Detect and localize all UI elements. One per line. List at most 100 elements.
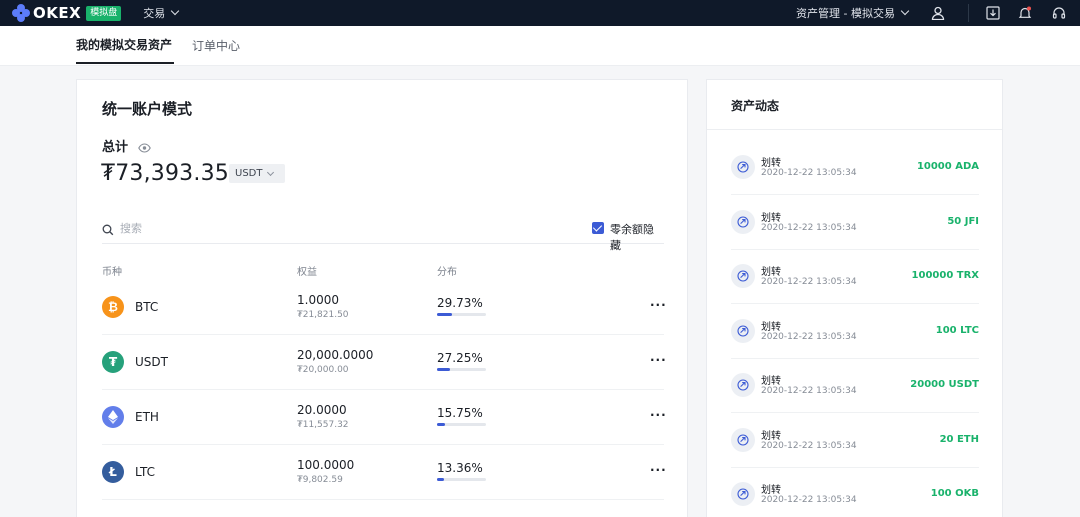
activity-time: 2020-12-22 13:05:34	[761, 222, 857, 233]
distribution-bar-fill	[437, 313, 452, 316]
tab-order-center[interactable]: 订单中心	[192, 26, 240, 64]
column-header-coin: 币种	[102, 267, 122, 278]
search-icon	[102, 221, 114, 240]
ethereum-icon	[102, 406, 124, 428]
transfer-icon	[731, 373, 755, 397]
coin-percent: 29.73%	[437, 296, 483, 310]
trade-menu[interactable]: 交易	[143, 5, 180, 21]
currency-select[interactable]: USDT	[229, 164, 285, 183]
coin-amount: 100.0000	[297, 458, 355, 472]
coin-value: ₮9,802.59	[297, 475, 343, 485]
top-navigation-bar: OKEX 模拟盘 交易 资产管理 - 模拟交易	[0, 0, 1080, 26]
divider	[707, 129, 1002, 130]
coin-value: ₮11,557.32	[297, 420, 349, 430]
search-row: 零余额隐藏	[102, 216, 664, 252]
coin-percent: 15.75%	[437, 406, 483, 420]
unified-account-card: 统一账户模式 总计 ₮73,393.35 USDT 零余额隐藏 币种 权益 分布…	[76, 79, 688, 517]
activity-time: 2020-12-22 13:05:34	[761, 440, 857, 451]
transfer-icon	[731, 264, 755, 288]
coin-name: USDT	[135, 355, 168, 369]
list-item[interactable]: 划转 2020-12-22 13:05:34 100000 TRX	[731, 249, 979, 304]
column-header-distribution: 分布	[437, 267, 457, 278]
distribution-bar	[437, 423, 486, 426]
table-row[interactable]: ₮ USDT 20,000.0000 ₮20,000.00 27.25% ···	[102, 335, 667, 390]
column-header-equity: 权益	[297, 267, 317, 278]
bell-icon[interactable]	[1014, 0, 1036, 26]
activity-type: 划转	[761, 376, 781, 387]
transfer-icon	[731, 209, 755, 234]
more-options-button[interactable]: ···	[650, 353, 667, 367]
activity-time: 2020-12-22 13:05:34	[761, 495, 857, 505]
distribution-bar	[437, 478, 486, 481]
user-icon[interactable]	[927, 0, 949, 26]
table-row[interactable]: ETH 20.0000 ₮11,557.32 15.75% ···	[102, 390, 667, 445]
activity-time: 2020-12-22 13:05:34	[761, 277, 857, 287]
table-row[interactable]: ₿ BTC 1.0000 ₮21,821.50 29.73% ···	[102, 280, 667, 335]
activity-type: 划转	[761, 485, 781, 496]
activity-amount: 50 JFI	[947, 215, 979, 227]
bitcoin-icon: ₿	[102, 296, 124, 318]
hide-zero-balance-checkbox[interactable]	[592, 222, 604, 234]
tab-my-demo-assets[interactable]: 我的模拟交易资产	[76, 26, 174, 64]
table-row[interactable]: Ł LTC 100.0000 ₮9,802.59 13.36% ···	[102, 445, 667, 500]
distribution-bar	[437, 313, 486, 316]
search-input[interactable]	[120, 216, 420, 240]
list-item[interactable]: 划转 2020-12-22 13:05:34 100 OKB	[731, 467, 979, 517]
list-item[interactable]: 划转 2020-12-22 13:05:34 20 ETH	[731, 413, 979, 468]
tether-icon: ₮	[102, 351, 124, 373]
asset-management-menu[interactable]: 资产管理 - 模拟交易	[796, 0, 910, 26]
activity-type: 划转	[761, 430, 781, 442]
total-label: 总计	[102, 140, 129, 155]
divider	[968, 4, 969, 22]
more-options-button[interactable]: ···	[650, 408, 667, 422]
hide-zero-balance-label: 零余额隐藏	[610, 223, 654, 252]
activity-amount: 20000 USDT	[910, 379, 979, 390]
distribution-bar	[437, 368, 486, 371]
list-item[interactable]: 划转 2020-12-22 13:05:34 50 JFI	[731, 195, 979, 250]
transfer-icon	[731, 427, 755, 452]
activity-type: 划转	[761, 212, 781, 224]
coin-amount: 1.0000	[297, 293, 339, 307]
more-options-button[interactable]: ···	[650, 298, 667, 312]
eye-icon[interactable]	[138, 138, 151, 157]
activity-amount: 20 ETH	[939, 433, 979, 445]
activity-time: 2020-12-22 13:05:34	[761, 168, 857, 178]
coin-name: ETH	[135, 410, 159, 424]
logo-text: OKEX	[33, 4, 82, 22]
download-icon[interactable]	[982, 0, 1004, 26]
activity-amount: 100 OKB	[930, 488, 979, 499]
activity-amount: 100000 TRX	[911, 270, 979, 281]
okex-logo-mark-icon	[12, 4, 30, 22]
coin-name: LTC	[135, 465, 156, 479]
list-item[interactable]: 划转 2020-12-22 13:05:34 20000 USDT	[731, 358, 979, 413]
transfer-icon	[731, 155, 755, 179]
coin-percent: 27.25%	[437, 351, 483, 365]
list-item[interactable]: 划转 2020-12-22 13:05:34 100 LTC	[731, 304, 979, 359]
coin-amount: 20.0000	[297, 403, 347, 417]
more-options-button[interactable]: ···	[650, 463, 667, 477]
total-balance-value: ₮73,393.35	[101, 161, 229, 186]
account-mode-title: 统一账户模式	[102, 100, 193, 118]
trade-menu-label: 交易	[143, 7, 166, 20]
activity-type: 划转	[761, 321, 781, 333]
currency-select-value: USDT	[235, 168, 263, 179]
demo-badge: 模拟盘	[86, 5, 122, 21]
transfer-icon	[731, 318, 755, 343]
headset-icon[interactable]	[1048, 0, 1070, 26]
activity-amount: 10000 ADA	[916, 161, 979, 172]
coin-value: ₮20,000.00	[297, 365, 349, 375]
coin-amount: 20,000.0000	[297, 348, 374, 362]
litecoin-icon: Ł	[102, 461, 124, 483]
distribution-bar-fill	[437, 423, 445, 426]
list-item[interactable]: 划转 2020-12-22 13:05:34 10000 ADA	[731, 140, 979, 195]
activity-time: 2020-12-22 13:05:34	[761, 331, 857, 342]
chevron-down-icon	[170, 6, 180, 16]
activity-amount: 100 LTC	[935, 324, 979, 336]
chevron-down-icon	[267, 168, 275, 176]
coin-percent: 13.36%	[437, 461, 483, 475]
okex-logo[interactable]: OKEX	[12, 4, 81, 22]
coin-value: ₮21,821.50	[297, 310, 349, 320]
activity-type: 划转	[761, 267, 781, 278]
asset-activity-card: 资产动态 划转 2020-12-22 13:05:34 10000 ADA 划转 202…	[706, 79, 1003, 517]
activity-time: 2020-12-22 13:05:34	[761, 386, 857, 396]
